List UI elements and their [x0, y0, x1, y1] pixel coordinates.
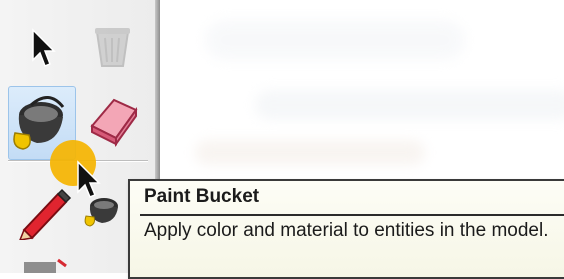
tooltip-divider: [140, 214, 564, 216]
arrow-cursor-icon: [32, 28, 56, 67]
canvas-background: [205, 20, 465, 60]
tooltip: Paint Bucket Apply color and material to…: [128, 179, 564, 279]
toolbar-next-tool-button[interactable]: [20, 256, 68, 273]
canvas-background: [195, 140, 425, 165]
pencil-tool-button[interactable]: [14, 180, 74, 241]
canvas-background: [255, 90, 564, 120]
trash-can-icon: [95, 28, 130, 67]
tooltip-description: Apply color and material to entities in …: [144, 220, 549, 241]
eraser-tool-button[interactable]: [84, 88, 144, 148]
select-tool-button[interactable]: [16, 22, 66, 72]
pencil-icon: [18, 188, 72, 241]
paint-bucket-cursor: [72, 158, 132, 228]
tooltip-title: Paint Bucket: [144, 186, 260, 207]
paint-bucket-cursor-icon: [77, 160, 118, 227]
eraser-icon: [90, 98, 138, 148]
delete-tool-button[interactable]: [85, 18, 140, 73]
partial-tool-icon: [24, 258, 67, 273]
